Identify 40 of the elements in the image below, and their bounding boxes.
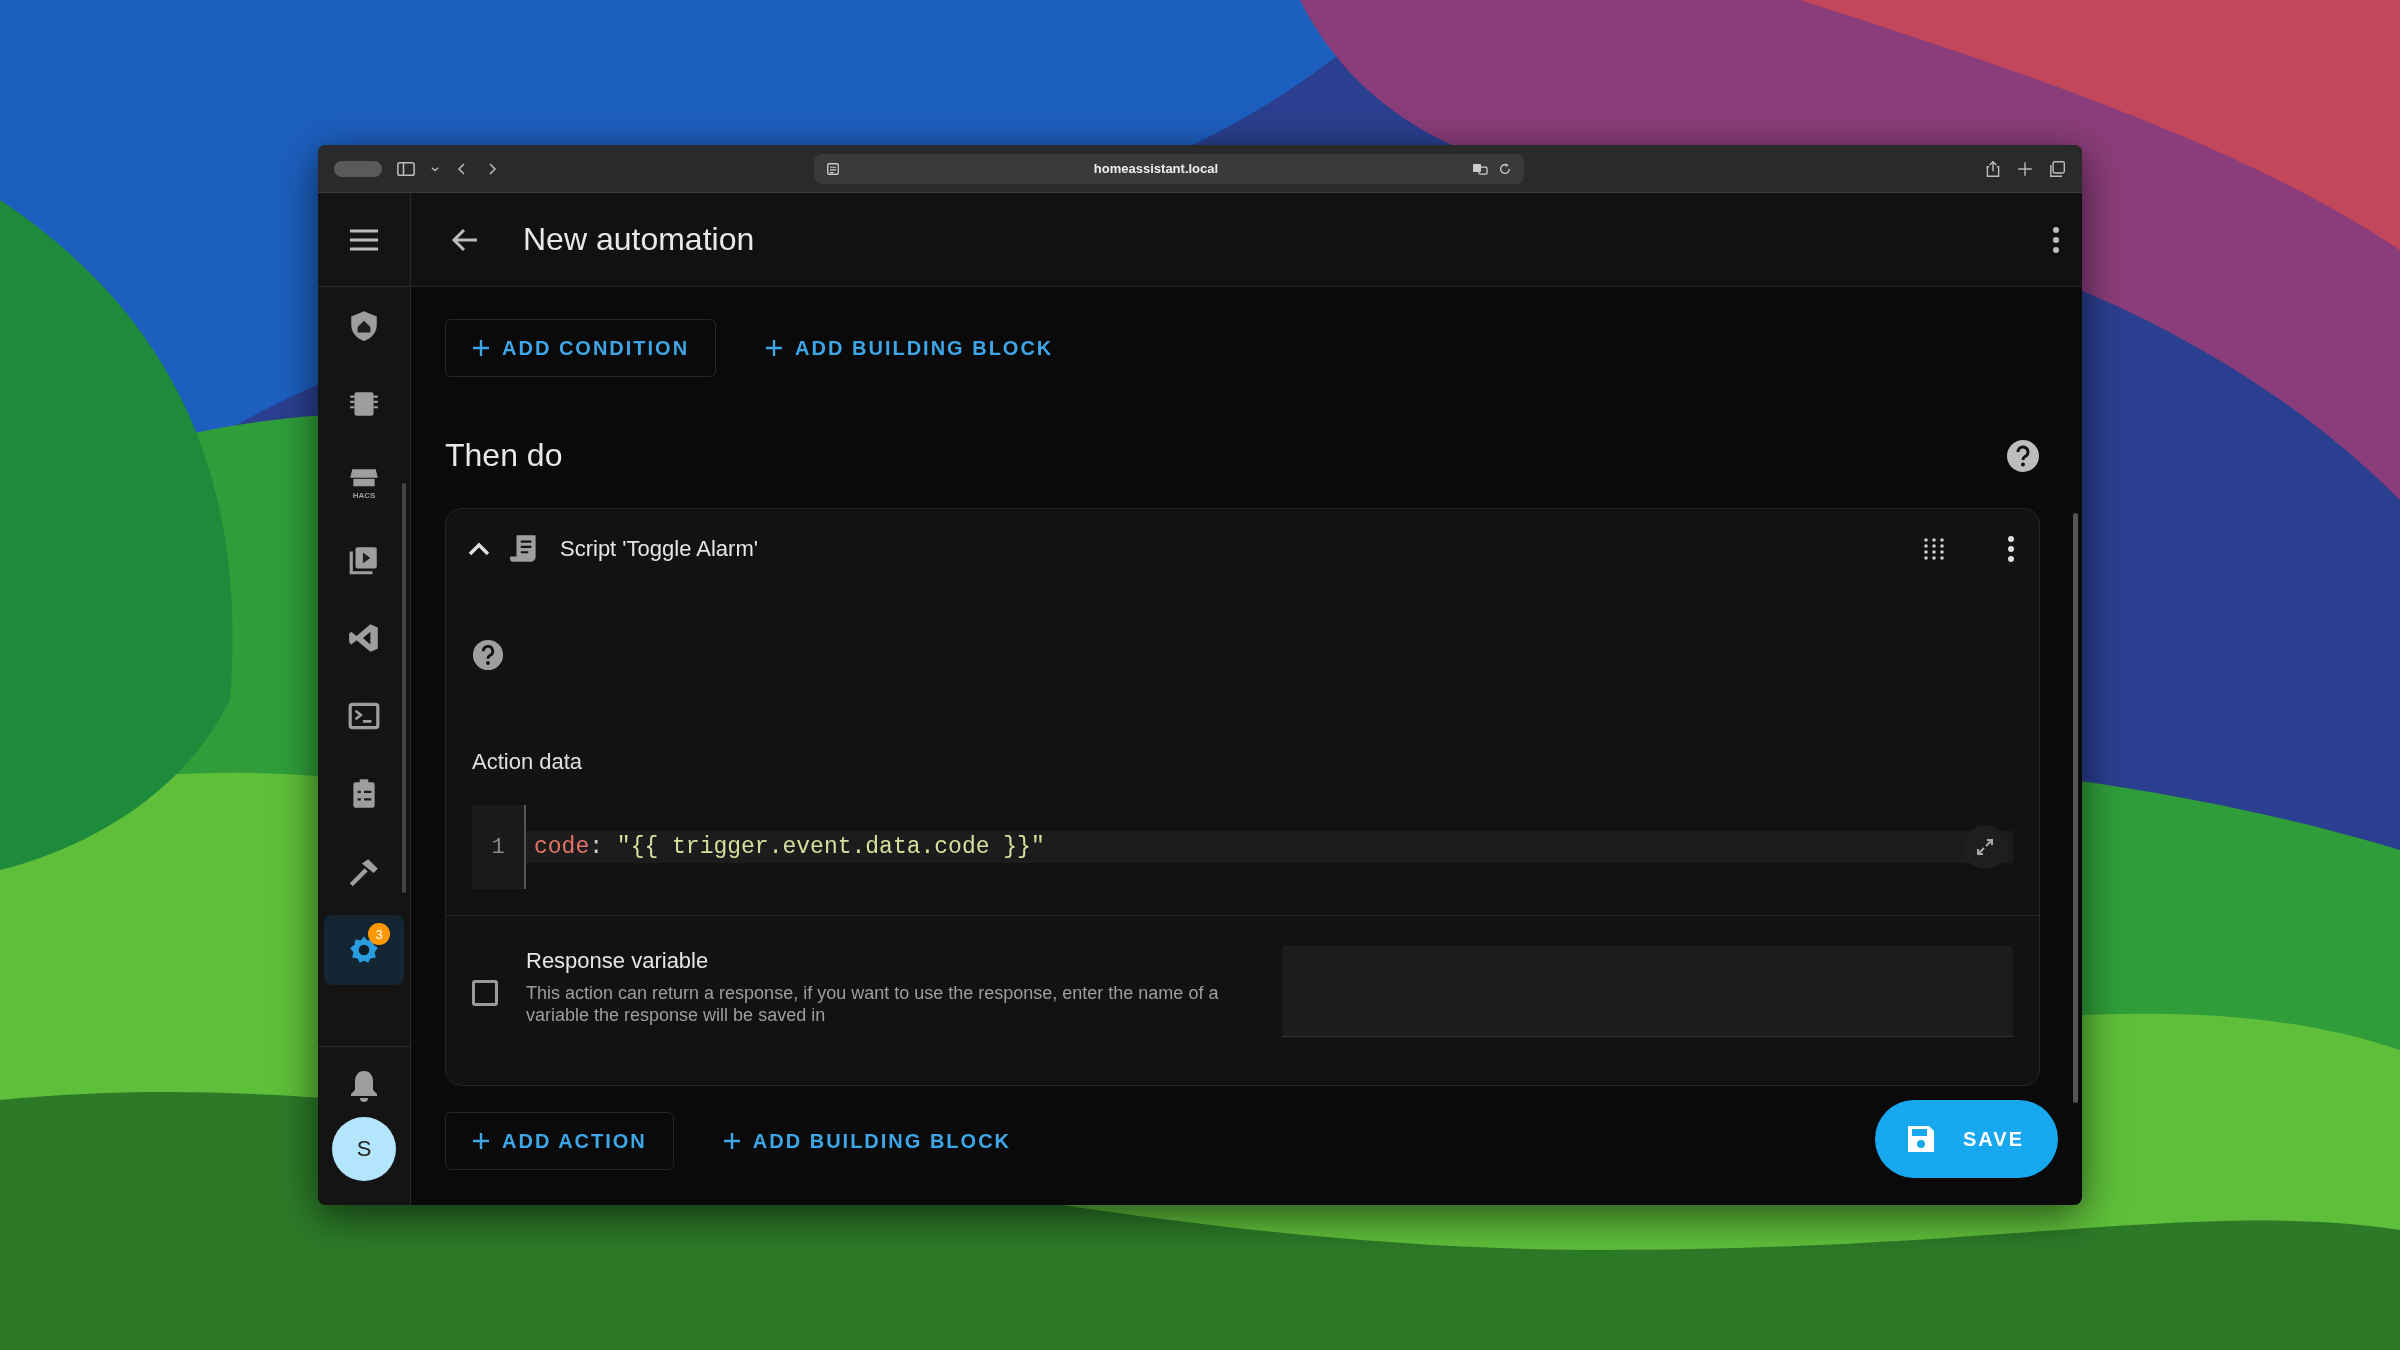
card-title: Script 'Toggle Alarm' xyxy=(560,536,759,562)
menu-icon[interactable] xyxy=(348,227,380,252)
help-icon[interactable] xyxy=(2006,438,2040,473)
add-button[interactable]: ADD CONDITION xyxy=(445,319,717,377)
help-icon[interactable] xyxy=(472,639,504,671)
line-number: 1 xyxy=(472,805,526,889)
scrollbar[interactable] xyxy=(402,483,406,893)
reload-icon xyxy=(1498,161,1512,176)
more-icon[interactable] xyxy=(2007,535,2015,563)
add-button[interactable]: ADD ACTION xyxy=(445,1112,674,1170)
drag-handle-icon[interactable] xyxy=(1923,538,1945,560)
input-field[interactable] xyxy=(1282,946,2013,1037)
user-avatar[interactable]: S xyxy=(332,1117,396,1181)
add-button[interactable]: ADD BUILDING BLOCK xyxy=(736,319,1083,377)
more-icon[interactable] xyxy=(2052,225,2060,254)
plus-icon xyxy=(765,339,784,357)
bell-icon[interactable] xyxy=(348,1069,380,1103)
tabs-icon xyxy=(2048,159,2066,178)
url-text: homeassistant.local xyxy=(1092,161,1220,176)
share-icon xyxy=(1984,159,2002,178)
code-editor[interactable]: 1 code: "{{ trigger.event.data.code }}" xyxy=(472,805,2013,889)
plus-icon xyxy=(472,1132,490,1150)
section-title: Then do xyxy=(445,437,564,474)
page-title: New automation xyxy=(523,221,755,258)
icon-label: HACS xyxy=(352,490,376,500)
checkbox[interactable] xyxy=(472,980,498,1006)
page-icon xyxy=(826,161,840,176)
address-bar[interactable]: homeassistant.local xyxy=(814,153,1524,184)
notification-badge: 3 xyxy=(368,923,390,945)
field-label: Action data xyxy=(472,749,584,775)
plus-icon xyxy=(472,339,490,357)
chevron-up-icon[interactable] xyxy=(468,542,490,556)
option-title: Response variable xyxy=(526,948,710,974)
option-description: This action can return a response, if you want to use the response, enter the name of a variable the response will be saved in xyxy=(526,982,1220,1026)
add-button[interactable]: ADD BUILDING BLOCK xyxy=(693,1112,1041,1170)
scrollbar[interactable] xyxy=(2073,513,2078,1103)
code-editor-icon xyxy=(347,621,381,655)
plus-icon xyxy=(2016,159,2034,178)
sidebar-item[interactable]: HACS xyxy=(324,447,404,517)
plus-icon xyxy=(722,1132,741,1150)
